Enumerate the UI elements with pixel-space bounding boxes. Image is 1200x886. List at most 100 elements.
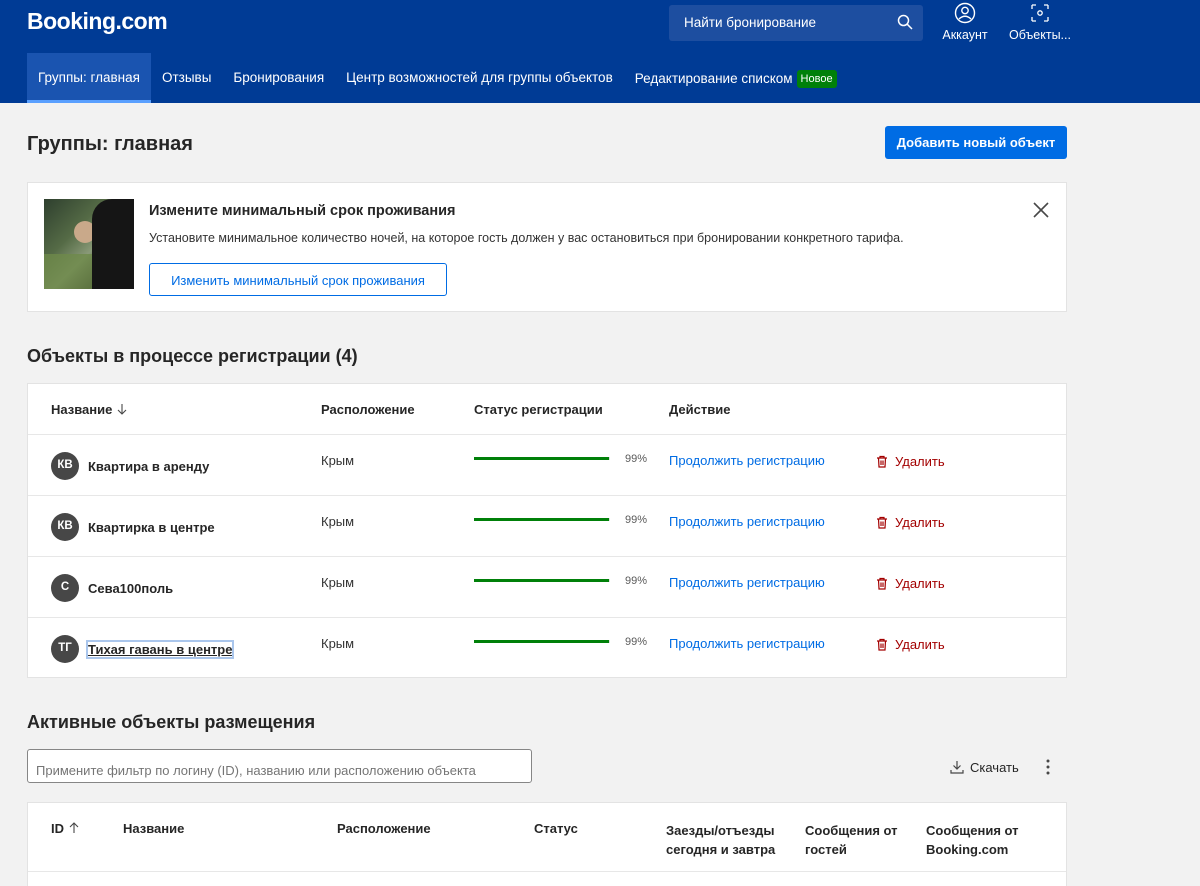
- top-header: Booking.com Найти бронирование Аккаунт О…: [0, 0, 1200, 103]
- column-header-line: сегодня и завтра: [666, 842, 776, 857]
- column-header-checkins: Заезды/отъезды сегодня и завтра: [666, 821, 775, 859]
- search-label: Найти бронирование: [684, 15, 817, 30]
- nav-tab-bookings[interactable]: Бронирования: [222, 53, 335, 103]
- continue-registration-link[interactable]: Продолжить регистрацию: [669, 453, 825, 468]
- promo-text: Установите минимальное количество ночей,…: [149, 231, 904, 245]
- delete-button[interactable]: Удалить: [876, 576, 945, 591]
- nav-tab-groups-home[interactable]: Группы: главная: [27, 53, 151, 103]
- active-properties-table: ID Название Расположение Статус Заезды/о…: [27, 802, 1067, 886]
- add-property-button[interactable]: Добавить новый объект: [885, 126, 1067, 159]
- continue-registration-link[interactable]: Продолжить регистрацию: [669, 575, 825, 590]
- nav-tab-label: Бронирования: [233, 70, 325, 85]
- properties-switch-button[interactable]: Объекты...: [1008, 2, 1072, 42]
- column-header-line: Сообщения от: [926, 823, 1019, 838]
- column-header-name[interactable]: Название: [51, 402, 128, 417]
- table-row: ТГ Тихая гавань в центре Крым 99% Продол…: [28, 617, 1066, 678]
- property-name[interactable]: Сева100поль: [88, 581, 173, 596]
- table-row: КВ Квартира в аренду Крым 99% Продолжить…: [28, 434, 1066, 495]
- properties-switch-icon: [1008, 2, 1072, 24]
- property-location: Крым: [321, 514, 355, 529]
- table-row: С Сева100поль Крым 99% Продолжить регист…: [28, 556, 1066, 617]
- property-filter-input[interactable]: [27, 749, 532, 783]
- nav-tab-bulk-edit[interactable]: Редактирование списком Новое: [624, 53, 848, 103]
- property-name[interactable]: Тихая гавань в центре: [85, 640, 235, 659]
- property-name[interactable]: Квартирка в центре: [88, 520, 215, 535]
- nav-tab-reviews[interactable]: Отзывы: [151, 53, 222, 103]
- main-nav: Группы: главная Отзывы Бронирования Цент…: [27, 53, 848, 103]
- trash-icon: [876, 515, 895, 530]
- progress-percent: 99%: [625, 575, 648, 587]
- delete-button[interactable]: Удалить: [876, 454, 945, 469]
- column-header-location: Расположение: [321, 402, 415, 417]
- column-header-line: Booking.com: [926, 842, 1009, 857]
- progress-percent: 99%: [625, 514, 648, 526]
- table-row: КВ Квартирка в центре Крым 99% Продолжит…: [28, 495, 1066, 556]
- column-header-line: гостей: [805, 842, 847, 857]
- download-label: Скачать: [970, 760, 1019, 775]
- min-stay-promo-card: Измените минимальный срок проживания Уст…: [27, 182, 1067, 312]
- find-booking-search[interactable]: Найти бронирование: [669, 5, 923, 41]
- column-header-action: Действие: [669, 402, 731, 417]
- property-location: Крым: [321, 453, 355, 468]
- promo-photo: [44, 199, 134, 289]
- column-header-line: Сообщения от: [805, 823, 898, 838]
- continue-registration-link[interactable]: Продолжить регистрацию: [669, 636, 825, 651]
- continue-registration-link[interactable]: Продолжить регистрацию: [669, 514, 825, 529]
- sort-arrow-down-icon: [116, 402, 128, 417]
- delete-label: Удалить: [895, 515, 945, 530]
- trash-icon: [876, 454, 895, 469]
- search-icon: [897, 14, 913, 33]
- delete-button[interactable]: Удалить: [876, 637, 945, 652]
- registration-table: Название Расположение Статус регистрации…: [27, 383, 1067, 678]
- trash-icon: [876, 576, 895, 591]
- column-header-location: Расположение: [337, 821, 431, 836]
- registration-progress-bar: [474, 640, 610, 643]
- avatar: ТГ: [51, 635, 79, 663]
- booking-logo[interactable]: Booking.com: [27, 8, 168, 35]
- sort-arrow-up-icon: [68, 821, 80, 836]
- registration-progress-bar: [474, 457, 610, 460]
- account-label: Аккаунт: [942, 28, 988, 42]
- nav-tab-label: Группы: главная: [38, 70, 140, 85]
- trash-icon: [876, 637, 895, 652]
- registration-progress-bar: [474, 518, 610, 521]
- page-title: Группы: главная: [27, 133, 193, 155]
- more-options-icon[interactable]: [1040, 758, 1056, 779]
- avatar: КВ: [51, 452, 79, 480]
- registration-progress-bar: [474, 579, 610, 582]
- registration-section-title: Объекты в процессе регистрации (4): [27, 346, 358, 366]
- download-icon: [950, 760, 970, 775]
- property-location: Крым: [321, 636, 355, 651]
- property-name[interactable]: Квартира в аренду: [88, 459, 209, 474]
- change-min-stay-button[interactable]: Изменить минимальный срок проживания: [149, 263, 447, 296]
- delete-button[interactable]: Удалить: [876, 515, 945, 530]
- column-header-line: Заезды/отъезды: [666, 823, 775, 838]
- column-header-booking-messages: Сообщения от Booking.com: [926, 821, 1019, 859]
- nav-tab-opportunity-center[interactable]: Центр возможностей для группы объектов: [335, 53, 624, 103]
- active-section-title: Активные объекты размещения: [27, 712, 316, 732]
- close-icon[interactable]: [1032, 201, 1050, 222]
- nav-tab-label: Центр возможностей для группы объектов: [346, 70, 613, 85]
- nav-tab-label: Отзывы: [161, 70, 212, 85]
- column-header-status: Статус регистрации: [474, 402, 603, 417]
- download-button[interactable]: Скачать: [950, 760, 1019, 775]
- progress-percent: 99%: [625, 636, 648, 648]
- account-button[interactable]: Аккаунт: [940, 2, 990, 42]
- progress-percent: 99%: [625, 453, 648, 465]
- table-divider: [28, 871, 1066, 872]
- promo-title: Измените минимальный срок проживания: [149, 203, 456, 219]
- column-header-name: Название: [123, 821, 185, 836]
- avatar: С: [51, 574, 79, 602]
- new-badge: Новое: [796, 70, 837, 88]
- delete-label: Удалить: [895, 454, 945, 469]
- delete-label: Удалить: [895, 637, 945, 652]
- column-header-label: ID: [51, 821, 64, 836]
- column-header-id[interactable]: ID: [51, 821, 80, 836]
- column-header-guest-messages: Сообщения от гостей: [805, 821, 898, 859]
- nav-tab-label: Редактирование списком: [634, 71, 793, 86]
- column-header-label: Название: [51, 402, 113, 417]
- property-location: Крым: [321, 575, 355, 590]
- column-header-status: Статус: [534, 821, 578, 836]
- account-icon: [940, 2, 990, 24]
- avatar: КВ: [51, 513, 79, 541]
